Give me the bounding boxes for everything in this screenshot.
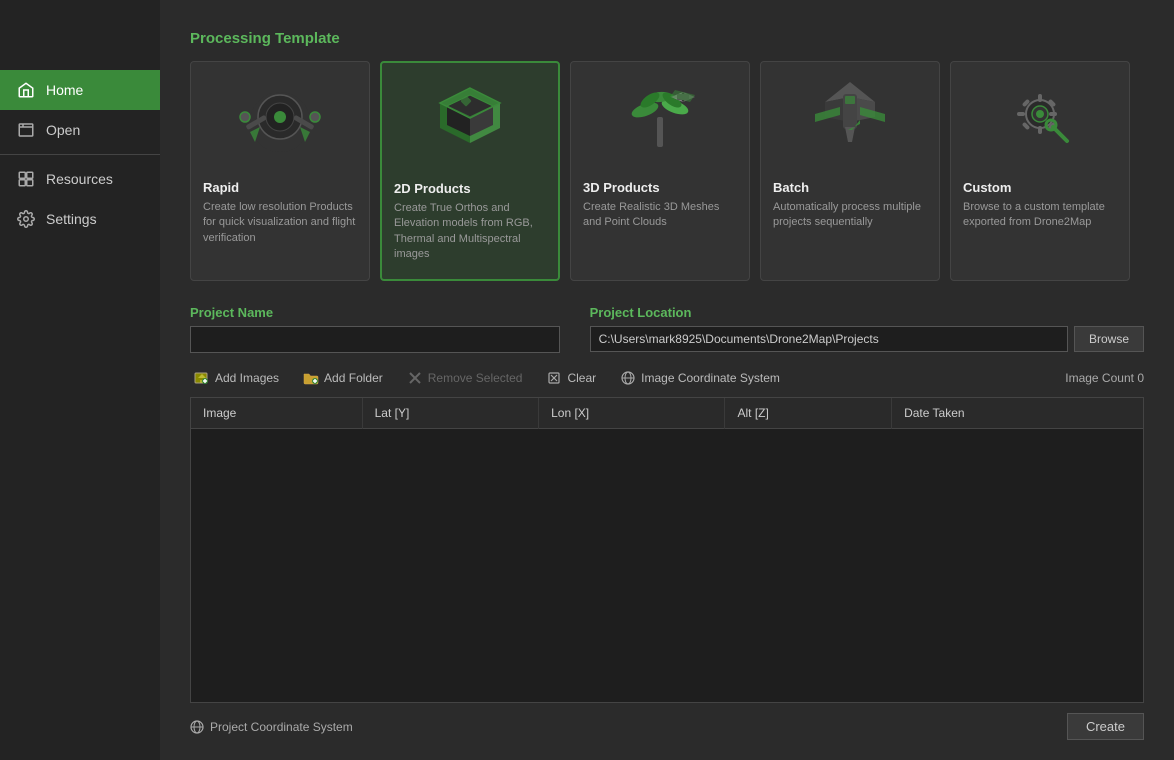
clear-icon bbox=[546, 370, 562, 386]
processing-template-section: Processing Template bbox=[190, 30, 1144, 305]
location-row: Browse bbox=[590, 326, 1144, 352]
sidebar-resources-label: Resources bbox=[46, 171, 113, 187]
sidebar-home-label: Home bbox=[46, 82, 83, 98]
add-images-label: Add Images bbox=[215, 371, 279, 385]
open-icon bbox=[16, 120, 36, 140]
project-coord-label: Project Coordinate System bbox=[210, 720, 353, 734]
custom-card-body: Custom Browse to a custom template expor… bbox=[951, 172, 1129, 231]
2d-card-body: 2D Products Create True Orthos and Eleva… bbox=[382, 173, 558, 263]
3d-card-body: 3D Products Create Realistic 3D Meshes a… bbox=[571, 172, 749, 231]
batch-card-title: Batch bbox=[773, 180, 927, 195]
image-coord-system-label: Image Coordinate System bbox=[641, 371, 780, 385]
add-folder-icon bbox=[303, 370, 319, 386]
3d-card-desc: Create Realistic 3D Meshes and Point Clo… bbox=[583, 200, 737, 231]
project-location-input[interactable] bbox=[590, 326, 1068, 352]
template-card-2d[interactable]: 2D Products Create True Orthos and Eleva… bbox=[380, 61, 560, 281]
image-count: Image Count 0 bbox=[1065, 371, 1144, 385]
sidebar-open-label: Open bbox=[46, 122, 80, 138]
sidebar-item-settings[interactable]: Settings bbox=[0, 199, 160, 239]
add-folder-button[interactable]: Add Folder bbox=[299, 367, 387, 389]
table-header-row: Image Lat [Y] Lon [X] Alt [Z] Date Taken bbox=[191, 398, 1143, 429]
2d-card-image bbox=[382, 63, 558, 173]
browse-button[interactable]: Browse bbox=[1074, 326, 1144, 352]
template-card-custom[interactable]: Custom Browse to a custom template expor… bbox=[950, 61, 1130, 281]
sidebar-item-resources[interactable]: Resources bbox=[0, 159, 160, 199]
col-lon: Lon [X] bbox=[539, 398, 725, 429]
sidebar: Home Open Resources Set bbox=[0, 0, 160, 760]
2d-card-title: 2D Products bbox=[394, 181, 546, 196]
main-content: Processing Template bbox=[160, 0, 1174, 760]
col-alt: Alt [Z] bbox=[725, 398, 892, 429]
resources-icon bbox=[16, 169, 36, 189]
clear-label: Clear bbox=[567, 371, 596, 385]
image-table: Image Lat [Y] Lon [X] Alt [Z] Date Taken bbox=[191, 398, 1143, 429]
bottom-bar: Project Coordinate System Create bbox=[190, 713, 1144, 740]
image-table-wrapper: Image Lat [Y] Lon [X] Alt [Z] Date Taken bbox=[190, 397, 1144, 703]
rapid-card-image bbox=[191, 62, 369, 172]
add-folder-label: Add Folder bbox=[324, 371, 383, 385]
col-lat: Lat [Y] bbox=[362, 398, 539, 429]
batch-card-body: Batch Automatically process multiple pro… bbox=[761, 172, 939, 231]
project-location-section: Project Location Browse bbox=[590, 305, 1144, 352]
image-count-value: 0 bbox=[1137, 371, 1144, 385]
template-card-batch[interactable]: Batch Automatically process multiple pro… bbox=[760, 61, 940, 281]
clear-button[interactable]: Clear bbox=[542, 367, 600, 389]
templates-row: Rapid Create low resolution Products for… bbox=[190, 61, 1144, 281]
remove-selected-icon bbox=[407, 370, 423, 386]
rapid-card-body: Rapid Create low resolution Products for… bbox=[191, 172, 369, 246]
rapid-card-desc: Create low resolution Products for quick… bbox=[203, 200, 357, 246]
col-image: Image bbox=[191, 398, 362, 429]
project-name-section: Project Name bbox=[190, 305, 560, 353]
add-images-button[interactable]: Add Images bbox=[190, 367, 283, 389]
toolbar-row: Add Images Add Folder Remove Selected bbox=[190, 367, 1144, 389]
add-images-icon bbox=[194, 370, 210, 386]
batch-card-image bbox=[761, 62, 939, 172]
3d-card-image bbox=[571, 62, 749, 172]
sidebar-settings-label: Settings bbox=[46, 211, 97, 227]
template-card-3d[interactable]: 3D Products Create Realistic 3D Meshes a… bbox=[570, 61, 750, 281]
template-card-rapid[interactable]: Rapid Create low resolution Products for… bbox=[190, 61, 370, 281]
batch-card-desc: Automatically process multiple projects … bbox=[773, 200, 927, 231]
image-coord-icon bbox=[620, 370, 636, 386]
sidebar-item-home[interactable]: Home bbox=[0, 70, 160, 110]
project-location-label: Project Location bbox=[590, 305, 1144, 320]
rapid-card-title: Rapid bbox=[203, 180, 357, 195]
create-button[interactable]: Create bbox=[1067, 713, 1144, 740]
2d-card-desc: Create True Orthos and Elevation models … bbox=[394, 201, 546, 263]
custom-card-title: Custom bbox=[963, 180, 1117, 195]
settings-icon bbox=[16, 209, 36, 229]
col-date: Date Taken bbox=[892, 398, 1143, 429]
sidebar-item-open[interactable]: Open bbox=[0, 110, 160, 150]
project-name-label: Project Name bbox=[190, 305, 560, 320]
image-count-label: Image Count bbox=[1065, 371, 1134, 385]
project-coord-system-button[interactable]: Project Coordinate System bbox=[190, 720, 353, 734]
globe-icon bbox=[190, 720, 204, 734]
home-icon bbox=[16, 80, 36, 100]
processing-template-title: Processing Template bbox=[190, 30, 1144, 47]
remove-selected-button[interactable]: Remove Selected bbox=[403, 367, 527, 389]
3d-card-title: 3D Products bbox=[583, 180, 737, 195]
custom-card-desc: Browse to a custom template exported fro… bbox=[963, 200, 1117, 231]
project-config-row: Project Name Project Location Browse bbox=[190, 305, 1144, 353]
project-name-input[interactable] bbox=[190, 326, 560, 353]
remove-selected-label: Remove Selected bbox=[428, 371, 523, 385]
custom-card-image bbox=[951, 62, 1129, 172]
image-coord-system-button[interactable]: Image Coordinate System bbox=[616, 367, 784, 389]
